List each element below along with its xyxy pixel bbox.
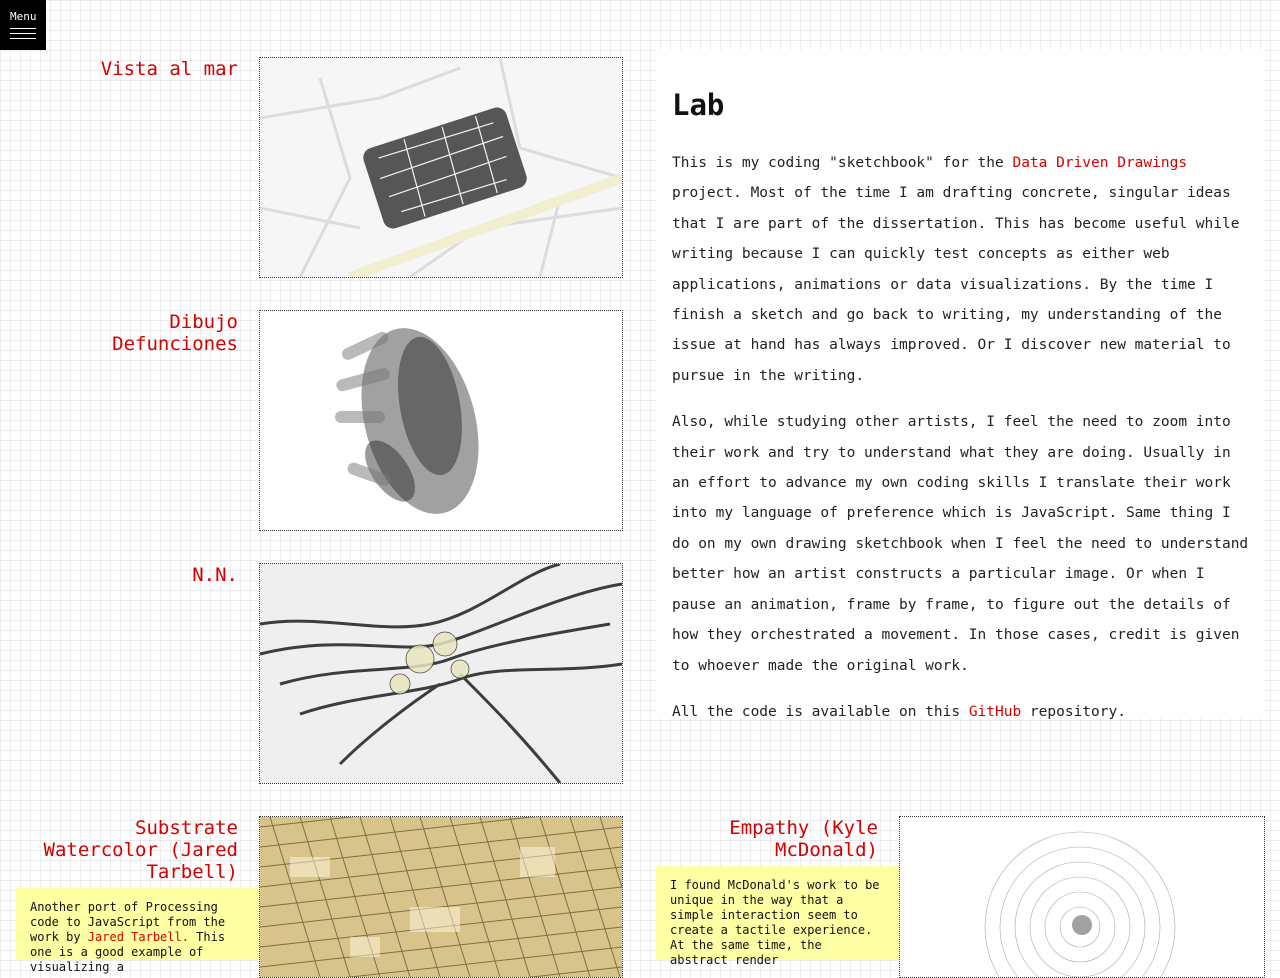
sketch-title-substrate-watercolor[interactable]: Substrate Watercolor (Jared Tarbell) — [40, 817, 238, 883]
menu-button[interactable]: Menu — [0, 0, 46, 50]
menu-label: Menu — [10, 10, 37, 23]
sketch-title-nn[interactable]: N.N. — [40, 564, 238, 586]
page-title: Lab — [672, 88, 725, 122]
sketch-thumbnail-substrate-watercolor[interactable] — [259, 816, 623, 978]
intro-paragraph-1: This is my coding "sketchbook" for the D… — [672, 155, 1240, 384]
hamburger-icon — [10, 28, 36, 43]
sketch-thumbnail-vista-al-mar[interactable] — [259, 57, 623, 278]
sketch-thumbnail-empathy[interactable] — [899, 816, 1265, 978]
sketch-note-empathy: I found McDonald's work to be unique in … — [656, 866, 899, 967]
sketch-note-substrate: Another port of Processing code to JavaS… — [16, 888, 259, 974]
intro-body: This is my coding "sketchbook" for the D… — [672, 148, 1256, 743]
github-link[interactable]: GitHub — [969, 704, 1021, 720]
intro-paragraph-3: All the code is available on this GitHub… — [672, 703, 1126, 720]
data-driven-drawings-link[interactable]: Data Driven Drawings — [1012, 155, 1187, 171]
intro-panel: Lab This is my coding "sketchbook" for t… — [656, 50, 1264, 720]
sketch-title-dibujo-defunciones[interactable]: Dibujo Defunciones — [40, 311, 238, 355]
sketch-title-vista-al-mar[interactable]: Vista al mar — [40, 58, 238, 80]
sketch-thumbnail-dibujo-defunciones[interactable] — [259, 310, 623, 531]
sketch-title-empathy[interactable]: Empathy (Kyle McDonald) — [656, 817, 878, 861]
intro-paragraph-2: Also, while studying other artists, I fe… — [672, 414, 1249, 674]
sketch-thumbnail-nn[interactable] — [259, 563, 623, 784]
jared-tarbell-link[interactable]: Jared Tarbell. — [88, 930, 189, 944]
